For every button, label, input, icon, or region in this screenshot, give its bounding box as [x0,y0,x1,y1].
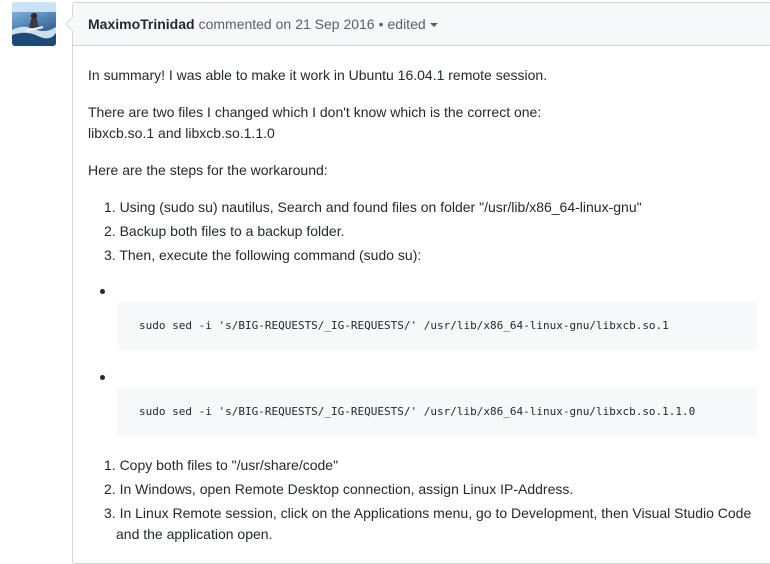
bullet-icon [100,289,105,294]
list-item: 3. Then, execute the following command (… [104,247,422,263]
paragraph: Here are the steps for the workaround: [88,162,328,178]
list-item: 2. In Windows, open Remote Desktop conne… [104,481,574,497]
comment-header: MaximoTrinidad commented on 21 Sep 2016 … [73,3,770,46]
edited-label: edited [387,16,426,32]
avatar-image [12,2,56,46]
paragraph: In summary! I was able to make it work i… [88,67,548,83]
paragraph: There are two files I changed which I do… [88,104,542,120]
list-item-continued: and the application open. [116,526,273,542]
list-item: 2. Backup both files to a backup folder. [104,223,345,239]
code-block: sudo sed -i 's/BIG-REQUESTS/_IG-REQUESTS… [117,388,757,436]
comment-box: MaximoTrinidad commented on 21 Sep 2016 … [65,2,770,564]
code-block: sudo sed -i 's/BIG-REQUESTS/_IG-REQUESTS… [117,302,757,350]
author-link[interactable]: MaximoTrinidad [88,16,195,32]
list-item: 1. Using (sudo su) nautilus, Search and … [104,199,642,215]
caret-down-icon [429,23,438,28]
separator: • [378,16,384,32]
paragraph: libxcb.so.1 and libxcb.so.1.1.0 [88,125,275,141]
avatar[interactable] [12,2,56,46]
list-item: 3. In Linux Remote session, click on the… [104,505,752,521]
comment-action: commented on [198,16,292,32]
list-item: 1. Copy both files to "/usr/share/code" [104,457,339,473]
bullet-icon [100,375,105,380]
comment-date[interactable]: 21 Sep 2016 [295,16,374,32]
edited-dropdown[interactable]: edited [388,16,438,32]
